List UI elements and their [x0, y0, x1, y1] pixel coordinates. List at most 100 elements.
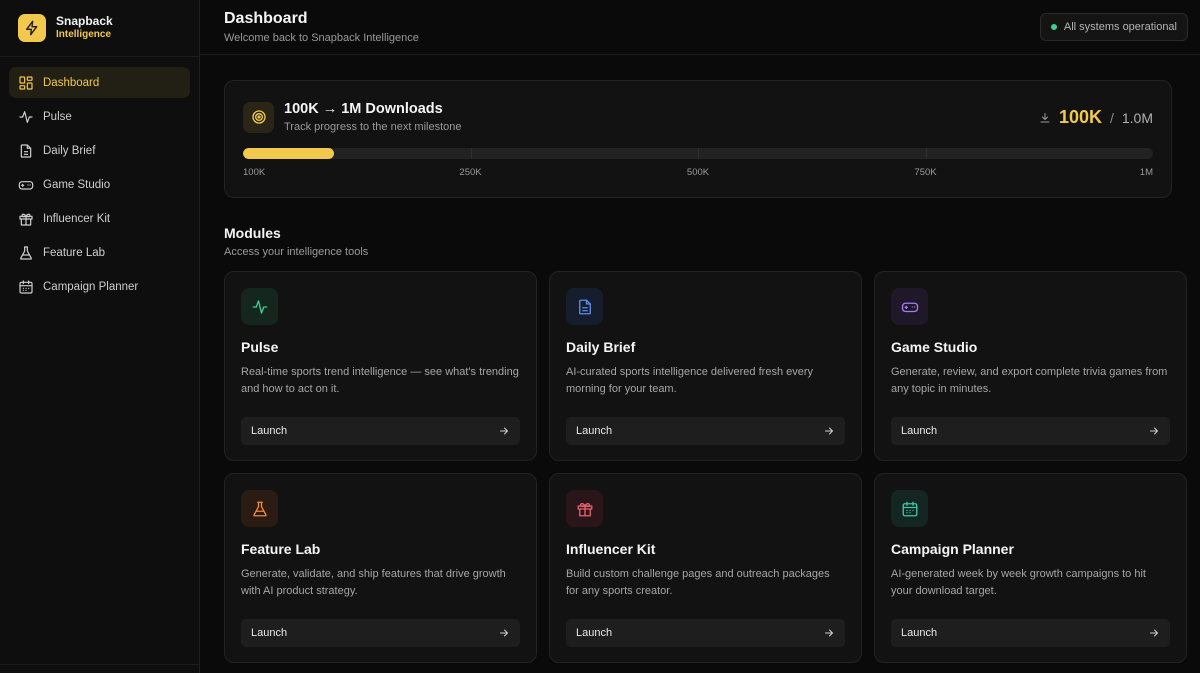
sidebar-item-label: Influencer Kit [43, 212, 111, 225]
launch-button-campaign-planner[interactable]: Launch [891, 619, 1170, 647]
status-dot-icon [1050, 24, 1057, 30]
tick-label: 250K [459, 167, 482, 178]
module-card-feature-lab: Feature Lab Generate, validate, and ship … [224, 473, 537, 663]
brand-name: Snapback [56, 14, 113, 28]
launch-label: Launch [901, 627, 938, 639]
arrow-right-icon [500, 427, 508, 435]
progress-bar [243, 148, 1153, 159]
sidebar-divider [0, 664, 199, 665]
milestone-card: 100K → 1M Downloads Track progress to th… [224, 80, 1172, 198]
tick-label: 100K [243, 167, 266, 178]
sidebar-item-feature-lab[interactable]: Feature Lab [9, 237, 190, 268]
launch-button-pulse[interactable]: Launch [241, 417, 520, 445]
progress-tick-labels: 100K 250K 500K 750K 1M [243, 167, 1153, 181]
sidebar-item-label: Pulse [43, 110, 72, 123]
module-title: Pulse [241, 339, 279, 355]
modules-subtitle: Access your intelligence tools [224, 246, 369, 258]
tick-label: 750K [914, 167, 937, 178]
brand-subtitle: Intelligence [56, 29, 112, 40]
module-title: Campaign Planner [891, 541, 1014, 557]
sidebar-item-label: Campaign Planner [43, 280, 139, 293]
launch-button-game-studio[interactable]: Launch [891, 417, 1170, 445]
status-badge[interactable]: All systems operational [1039, 13, 1188, 41]
module-description: Real-time sports trend intelligence — se… [241, 366, 519, 395]
sidebar-item-label: Game Studio [43, 178, 111, 191]
module-title: Daily Brief [566, 339, 636, 355]
download-icon [1040, 112, 1050, 122]
progress-tick [698, 148, 699, 159]
module-description: AI-curated sports intelligence delivered… [566, 366, 814, 395]
sidebar-item-dashboard[interactable]: Dashboard [9, 67, 190, 98]
gamepad-icon [18, 180, 34, 190]
launch-label: Launch [576, 627, 613, 639]
sidebar-item-campaign-planner[interactable]: Campaign Planner [9, 271, 190, 302]
flask-icon [20, 245, 32, 260]
milestone-separator: / [1109, 109, 1114, 126]
module-card-game-studio: Game Studio Generate, review, and export … [874, 271, 1187, 461]
module-description: Build custom challenge pages and outreac… [566, 568, 830, 597]
gift-icon [566, 490, 603, 527]
progress-fill [243, 148, 334, 159]
modules-title: Modules [224, 225, 281, 241]
launch-label: Launch [251, 627, 288, 639]
document-icon [20, 143, 32, 158]
milestone-title: 100K → 1M Downloads [284, 101, 443, 117]
app-root: Snapback Intelligence Dashboard Pulse Da… [0, 0, 1200, 673]
launch-button-influencer-kit[interactable]: Launch [566, 619, 845, 647]
milestone-current: 100K [1058, 107, 1102, 127]
sidebar-item-label: Feature Lab [43, 246, 106, 259]
target-icon [243, 101, 274, 133]
sidebar-item-label: Daily Brief [43, 144, 96, 157]
milestone-target: 1.0M [1121, 109, 1153, 126]
calendar-icon [19, 279, 33, 294]
main-panel: Dashboard Welcome back to Snapback Intel… [200, 0, 1200, 673]
module-title: Game Studio [891, 339, 978, 355]
module-title: Influencer Kit [566, 541, 656, 557]
module-card-pulse: Pulse Real-time sports trend intelligence… [224, 271, 537, 461]
launch-label: Launch [576, 425, 613, 437]
tick-label: 1M [1139, 167, 1153, 178]
progress-tick [470, 148, 472, 159]
sidebar: Snapback Intelligence Dashboard Pulse Da… [0, 0, 200, 673]
document-icon [566, 288, 603, 325]
sidebar-nav: Dashboard Pulse Daily Brief Game Studio … [0, 57, 199, 312]
sidebar-item-influencer-kit[interactable]: Influencer Kit [9, 203, 190, 234]
progress-tick [925, 148, 927, 159]
arrow-right-icon [500, 629, 508, 637]
calendar-icon [891, 490, 928, 527]
module-description: Generate, validate, and ship features th… [241, 568, 506, 597]
sidebar-item-daily-brief[interactable]: Daily Brief [9, 135, 190, 166]
module-card-campaign-planner: Campaign Planner AI-generated week by wee… [874, 473, 1187, 663]
arrow-right-icon [825, 427, 833, 435]
sidebar-item-label: Dashboard [43, 76, 100, 89]
launch-button-feature-lab[interactable]: Launch [241, 619, 520, 647]
launch-button-daily-brief[interactable]: Launch [566, 417, 845, 445]
sidebar-item-pulse[interactable]: Pulse [9, 101, 190, 132]
page-header: Dashboard Welcome back to Snapback Intel… [200, 0, 1200, 55]
module-card-daily-brief: Daily Brief AI-curated sports intelligenc… [549, 271, 862, 461]
flask-icon [241, 490, 278, 527]
gamepad-icon [891, 288, 928, 325]
module-grid: Pulse Real-time sports trend intelligence… [224, 271, 1187, 663]
arrow-right-icon [1150, 629, 1158, 637]
sidebar-item-game-studio[interactable]: Game Studio [9, 169, 190, 200]
pulse-icon [19, 110, 33, 123]
arrow-right-icon [1150, 427, 1158, 435]
tick-label: 500K [686, 167, 710, 178]
lightning-icon [18, 14, 46, 42]
module-description: AI-generated week by week growth campaig… [891, 568, 1146, 597]
launch-label: Launch [901, 425, 938, 437]
arrow-right-icon [825, 629, 833, 637]
page-title: Dashboard [224, 10, 308, 27]
module-title: Feature Lab [241, 541, 321, 557]
pulse-icon [241, 288, 278, 325]
module-description: Generate, review, and export complete tr… [891, 366, 1168, 395]
gift-icon [19, 213, 33, 226]
status-text: All systems operational [1063, 21, 1177, 33]
content: 100K → 1M Downloads Track progress to th… [200, 55, 1200, 663]
launch-label: Launch [251, 425, 288, 437]
page-subtitle: Welcome back to Snapback Intelligence [224, 32, 419, 44]
brand[interactable]: Snapback Intelligence [0, 0, 199, 57]
module-card-influencer-kit: Influencer Kit Build custom challenge pag… [549, 473, 862, 663]
milestone-subtitle: Track progress to the next milestone [284, 121, 462, 133]
